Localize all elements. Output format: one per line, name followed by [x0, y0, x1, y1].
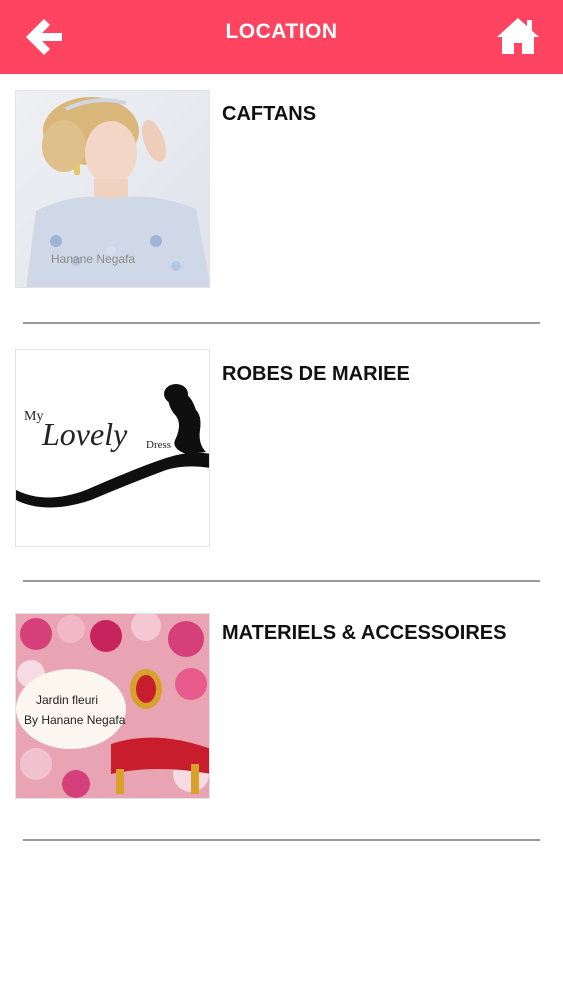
- robes-de-mariee-thumbnail: My Lovely Dress: [15, 349, 210, 547]
- logo-text-my: My: [24, 409, 43, 424]
- list-item-caftans[interactable]: Hanane Negafa CAFTANS: [0, 90, 563, 290]
- home-icon: [497, 18, 539, 54]
- decor-caption-1: Jardin fleuri: [36, 693, 98, 707]
- logo-text-lovely: Lovely: [41, 416, 128, 452]
- list-item-robes-de-mariee[interactable]: My Lovely Dress ROBES DE MARIEE: [0, 349, 563, 549]
- caftans-image-caption: Hanane Negafa: [51, 252, 135, 266]
- materiels-accessoires-thumbnail: Jardin fleuri By Hanane Negafa: [15, 613, 210, 799]
- item-title-robes-de-mariee: ROBES DE MARIEE: [222, 363, 410, 385]
- decor-caption-2: By Hanane Negafa: [24, 713, 126, 727]
- list-item-materiels-accessoires[interactable]: Jardin fleuri By Hanane Negafa MATERIELS…: [0, 613, 563, 803]
- logo-text-dress: Dress: [146, 439, 171, 451]
- item-title-caftans: CAFTANS: [222, 103, 317, 125]
- item-title-materiels-accessoires: MATERIELS & ACCESSOIRES: [222, 622, 507, 644]
- divider: [23, 322, 540, 324]
- home-button[interactable]: [495, 14, 541, 60]
- top-bar: LOCATION: [0, 0, 563, 74]
- page-title: LOCATION: [225, 20, 338, 43]
- caftans-thumbnail: Hanane Negafa: [15, 90, 210, 288]
- divider: [23, 580, 540, 582]
- divider: [23, 839, 540, 841]
